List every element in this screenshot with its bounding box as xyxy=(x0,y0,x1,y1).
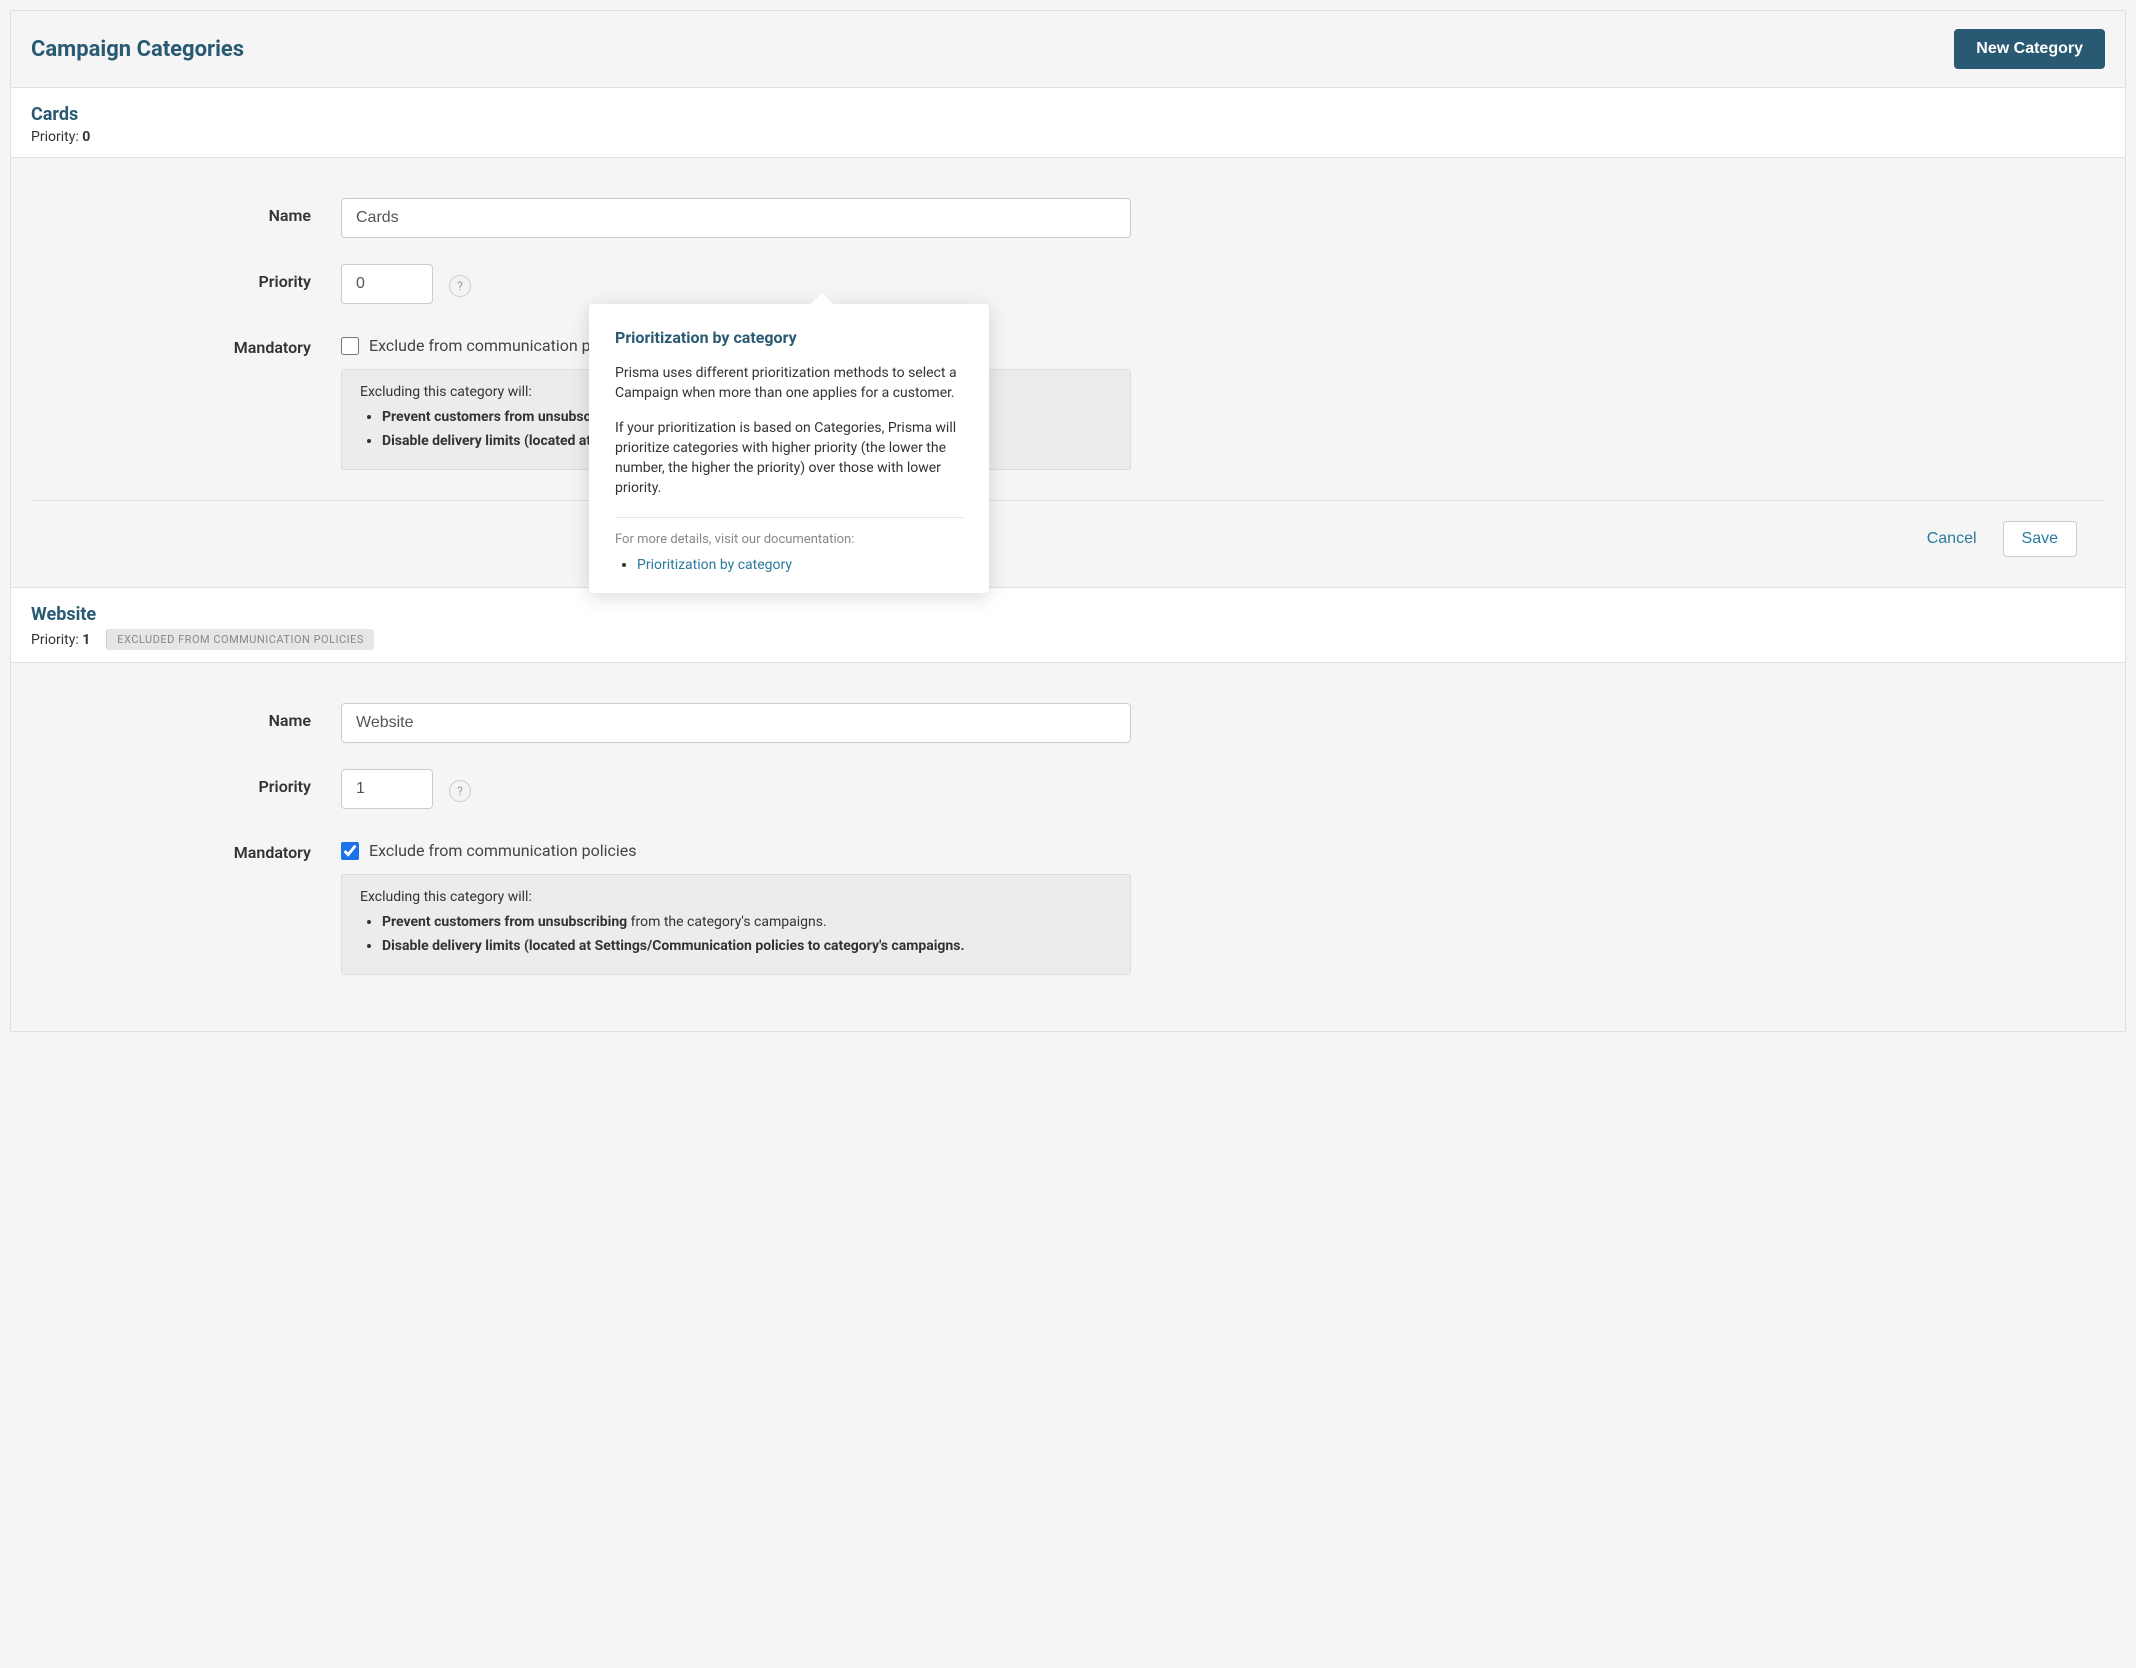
priority-summary: Priority: 0 xyxy=(31,129,2105,145)
name-input[interactable] xyxy=(341,703,1131,743)
mandatory-label: Mandatory xyxy=(31,835,341,862)
popover-footer: For more details, visit our documentatio… xyxy=(615,532,963,547)
priority-input[interactable] xyxy=(341,264,433,304)
popover-title: Prioritization by category xyxy=(615,328,963,347)
name-label: Name xyxy=(31,198,341,225)
help-icon[interactable]: ? xyxy=(449,780,471,802)
popover-doc-link[interactable]: Prioritization by category xyxy=(637,557,792,573)
help-icon[interactable]: ? xyxy=(449,275,471,297)
category-header: Cards Priority: 0 xyxy=(11,88,2125,157)
page-title: Campaign Categories xyxy=(31,37,244,62)
category-header: Website Priority: 1 EXCLUDED FROM COMMUN… xyxy=(11,588,2125,662)
name-input[interactable] xyxy=(341,198,1131,238)
exclude-checkbox[interactable] xyxy=(341,842,359,860)
mandatory-label: Mandatory xyxy=(31,330,341,357)
exclude-checkbox[interactable] xyxy=(341,337,359,355)
category-title: Website xyxy=(31,604,2105,625)
page-header: Campaign Categories New Category xyxy=(10,10,2126,88)
priority-summary: Priority: 1 EXCLUDED FROM COMMUNICATION … xyxy=(31,629,2105,650)
priority-help-popover: Prioritization by category Prisma uses d… xyxy=(589,304,989,593)
exclude-checkbox-label: Exclude from communication policies xyxy=(369,841,637,860)
category-form: Name Priority ? Mandatory xyxy=(11,662,2125,1031)
excluded-badge: EXCLUDED FROM COMMUNICATION POLICIES xyxy=(106,629,374,650)
priority-label: Priority xyxy=(31,769,341,796)
name-label: Name xyxy=(31,703,341,730)
category-block: Website Priority: 1 EXCLUDED FROM COMMUN… xyxy=(10,588,2126,1032)
info-bullet: Prevent customers from unsubscribing fro… xyxy=(382,913,1112,933)
popover-paragraph: Prisma uses different prioritization met… xyxy=(615,363,963,404)
form-actions: Cancel Save xyxy=(31,500,2105,557)
exclude-info-box: Excluding this category will: Prevent cu… xyxy=(341,874,1131,975)
save-button[interactable]: Save xyxy=(2003,521,2077,557)
category-block: Cards Priority: 0 Name Priority ? xyxy=(10,88,2126,588)
category-title: Cards xyxy=(31,104,2105,125)
popover-paragraph: If your prioritization is based on Categ… xyxy=(615,418,963,499)
priority-input[interactable] xyxy=(341,769,433,809)
info-bullet: Disable delivery limits (located at Sett… xyxy=(382,937,1112,957)
priority-label: Priority xyxy=(31,264,341,291)
cancel-button[interactable]: Cancel xyxy=(1915,522,1989,556)
category-form: Name Priority ? Prioritization by catego… xyxy=(11,157,2125,587)
new-category-button[interactable]: New Category xyxy=(1954,29,2105,69)
